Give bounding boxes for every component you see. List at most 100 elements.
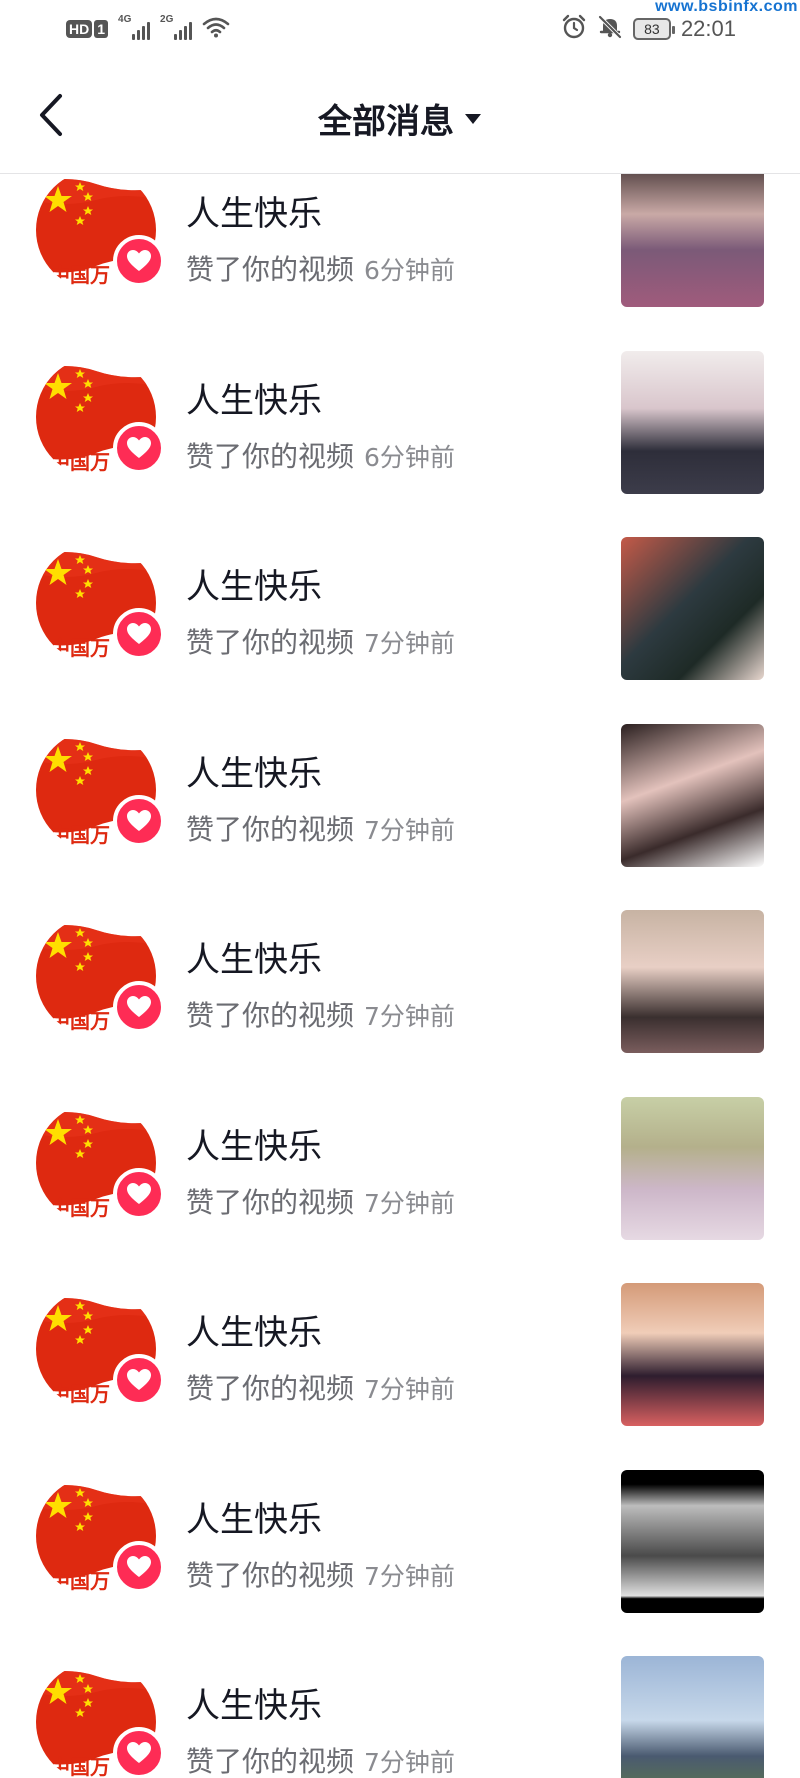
notification-time: 7分钟前	[364, 629, 455, 658]
wifi-icon	[202, 16, 230, 42]
video-thumbnail[interactable]	[621, 723, 764, 867]
notification-description: 赞了你的视频 7分钟前	[186, 808, 455, 848]
notification-action: 赞了你的视频	[186, 1185, 355, 1219]
notification-time: 7分钟前	[364, 1188, 455, 1218]
notification-time: 7分钟前	[364, 1002, 455, 1031]
sender-name[interactable]: 人生快乐	[186, 1492, 322, 1541]
notification-time: 7分钟前	[364, 1748, 455, 1777]
heart-icon	[127, 809, 151, 831]
status-bar: HD 1 4G 2G 83 22:01 www.bsbinfx.com	[0, 0, 800, 58]
avatar-caption: 中国万	[50, 263, 110, 287]
notification-item[interactable]: 中国万 人生快乐 赞了你的视频 6分钟前	[0, 350, 800, 538]
notification-item[interactable]: 中国万 人生快乐 赞了你的视频 6分钟前	[0, 174, 800, 351]
notification-time: 6分钟前	[364, 256, 455, 285]
avatar-caption: 中国万	[50, 450, 110, 474]
notification-action: 赞了你的视频	[186, 1558, 355, 1592]
notification-description: 赞了你的视频 7分钟前	[186, 1181, 455, 1221]
notification-description: 赞了你的视频 7分钟前	[186, 1554, 455, 1594]
sim-label: 1	[94, 20, 109, 38]
sender-name[interactable]: 人生快乐	[186, 1119, 322, 1168]
sender-name[interactable]: 人生快乐	[186, 1678, 322, 1727]
notification-time: 7分钟前	[364, 815, 455, 845]
sender-name[interactable]: 人生快乐	[186, 1305, 322, 1354]
avatar-caption: 中国万	[50, 636, 110, 660]
like-badge	[113, 981, 165, 1033]
like-badge	[113, 794, 165, 847]
hd-indicator: HD 1	[66, 20, 109, 38]
bell-muted-icon	[597, 14, 623, 44]
notification-item[interactable]: 中国万 人生快乐 赞了你的视频 7分钟前	[0, 723, 800, 911]
video-thumbnail[interactable]	[621, 910, 764, 1053]
notification-item[interactable]: 中国万 人生快乐 赞了你的视频 7分钟前	[0, 1469, 800, 1657]
avatar-caption: 中国万	[50, 1196, 110, 1220]
message-filter-dropdown[interactable]: 全部消息	[0, 94, 800, 143]
notification-item[interactable]: 中国万 人生快乐 赞了你的视频 7分钟前	[0, 537, 800, 724]
notification-description: 赞了你的视频 6分钟前	[186, 248, 455, 288]
like-badge	[113, 421, 165, 474]
like-badge	[113, 235, 165, 287]
avatar-caption: 中国万	[50, 1009, 110, 1033]
video-thumbnail[interactable]	[621, 1283, 764, 1426]
heart-icon	[127, 623, 151, 644]
signal-icon: 2G	[160, 14, 193, 40]
notification-description: 赞了你的视频 7分钟前	[186, 621, 455, 661]
heart-icon	[127, 1369, 151, 1390]
notification-item[interactable]: 中国万 人生快乐 赞了你的视频 7分钟前	[0, 1283, 800, 1470]
alarm-icon	[561, 14, 587, 44]
notification-description: 赞了你的视频 6分钟前	[186, 435, 455, 475]
notification-time: 6分钟前	[364, 442, 455, 472]
notification-action: 赞了你的视频	[186, 1372, 355, 1405]
notification-description: 赞了你的视频 7分钟前	[186, 1367, 455, 1407]
notification-action: 赞了你的视频	[186, 253, 355, 286]
sender-name[interactable]: 人生快乐	[186, 559, 322, 608]
like-badge	[113, 1167, 165, 1220]
notification-action: 赞了你的视频	[186, 1745, 355, 1778]
like-badge	[113, 1727, 165, 1778]
notification-list[interactable]: 中国万 人生快乐 赞了你的视频 6分钟前 中国万 人生快乐 赞了你的视频 6分钟…	[0, 174, 800, 1778]
video-thumbnail[interactable]	[621, 1656, 764, 1778]
heart-icon	[127, 436, 151, 458]
header: 全部消息	[0, 58, 800, 174]
video-thumbnail[interactable]	[621, 1469, 764, 1613]
status-time: 22:01	[680, 16, 736, 41]
notification-action: 赞了你的视频	[186, 626, 355, 659]
hd-label: HD	[66, 20, 93, 38]
video-thumbnail[interactable]	[621, 537, 764, 680]
notification-item[interactable]: 中国万 人生快乐 赞了你的视频 7分钟前	[0, 1656, 800, 1778]
heart-icon	[127, 996, 151, 1017]
heart-icon	[127, 1742, 151, 1763]
sender-name[interactable]: 人生快乐	[186, 373, 322, 422]
notification-item[interactable]: 中国万 人生快乐 赞了你的视频 7分钟前	[0, 1096, 800, 1284]
avatar-caption: 中国万	[50, 1755, 110, 1778]
battery-indicator: 83	[632, 18, 675, 40]
notification-action: 赞了你的视频	[186, 439, 355, 473]
heart-icon	[127, 1555, 151, 1577]
page-title: 全部消息	[318, 102, 454, 142]
notification-time: 7分钟前	[364, 1561, 455, 1591]
caret-down-icon	[465, 113, 481, 124]
notification-action: 赞了你的视频	[186, 999, 355, 1032]
sender-name[interactable]: 人生快乐	[186, 186, 322, 235]
status-left: HD 1 4G 2G	[66, 14, 230, 42]
network-gen-label: 2G	[160, 14, 174, 25]
signal-icon: 4G	[118, 14, 151, 40]
like-badge	[113, 1354, 165, 1406]
sender-name[interactable]: 人生快乐	[186, 932, 322, 981]
avatar-caption: 中国万	[50, 823, 110, 847]
sender-name[interactable]: 人生快乐	[186, 746, 322, 795]
video-thumbnail[interactable]	[621, 174, 764, 307]
like-badge	[113, 608, 165, 660]
notification-description: 赞了你的视频 7分钟前	[186, 1740, 455, 1778]
notification-description: 赞了你的视频 7分钟前	[186, 994, 455, 1034]
heart-icon	[127, 1182, 151, 1204]
heart-icon	[127, 250, 151, 271]
network-gen-label: 4G	[118, 14, 132, 25]
video-thumbnail[interactable]	[621, 1096, 764, 1240]
notification-item[interactable]: 中国万 人生快乐 赞了你的视频 7分钟前	[0, 910, 800, 1097]
notification-list-inner: 中国万 人生快乐 赞了你的视频 6分钟前 中国万 人生快乐 赞了你的视频 6分钟…	[0, 174, 800, 1778]
avatar-caption: 中国万	[50, 1382, 110, 1406]
video-thumbnail[interactable]	[621, 350, 764, 494]
status-right: 83 22:01	[561, 14, 736, 44]
notification-time: 7分钟前	[364, 1375, 455, 1404]
notification-action: 赞了你的视频	[186, 812, 355, 846]
